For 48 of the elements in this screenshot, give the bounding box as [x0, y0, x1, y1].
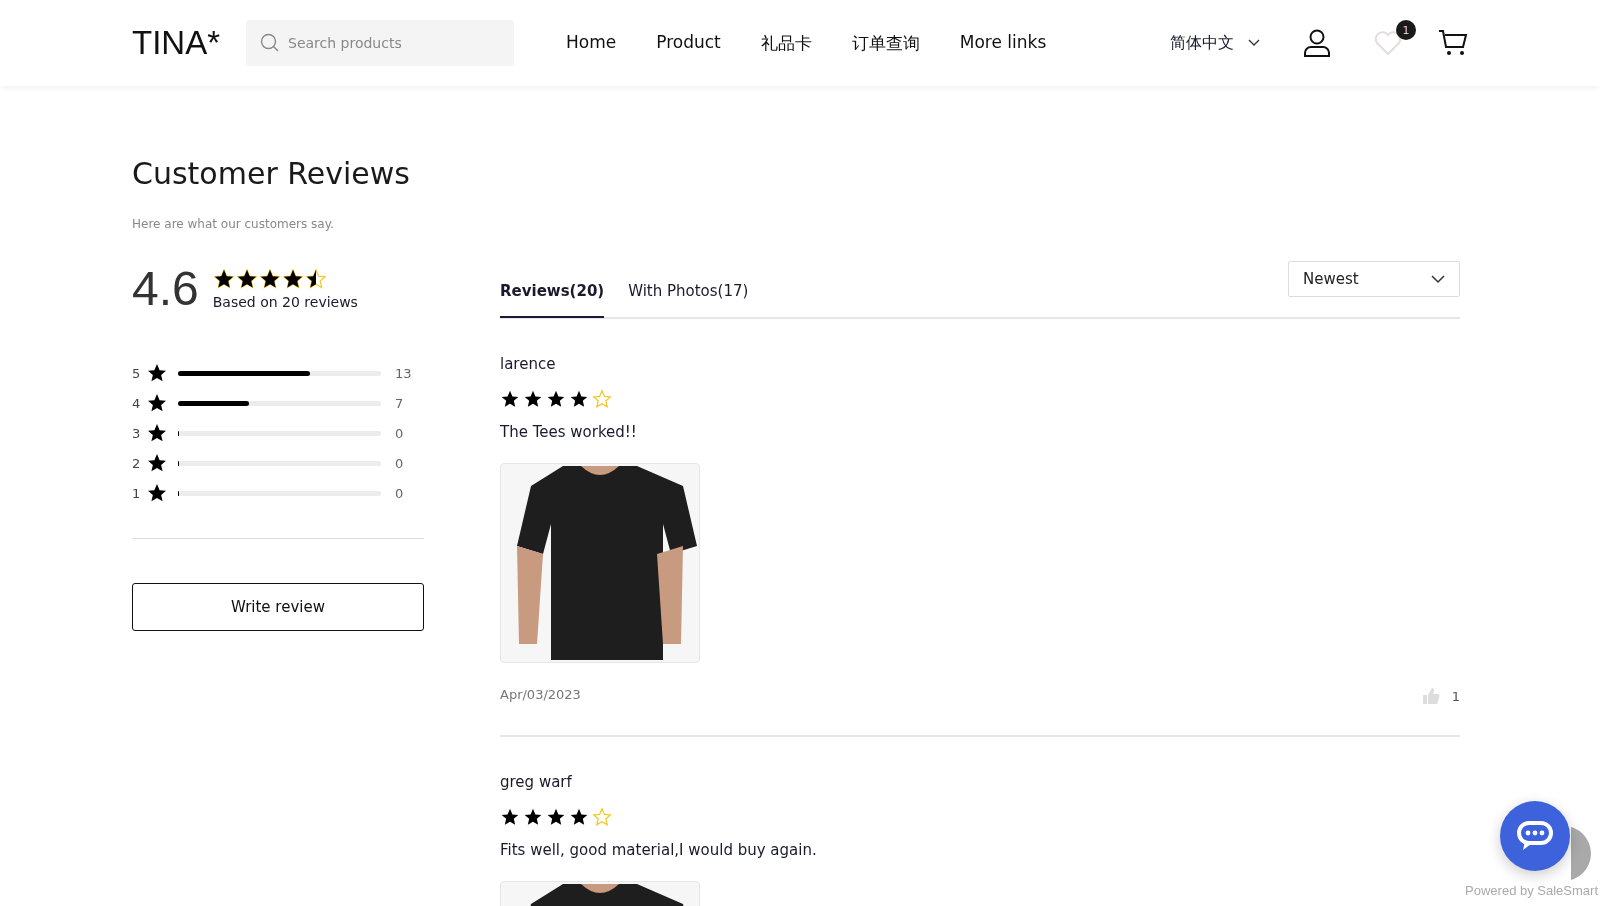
rating-level: 1 [132, 485, 140, 501]
nav-link[interactable]: 订单查询 [851, 31, 920, 55]
star-icon [148, 364, 166, 382]
reviewer-name: larence [500, 355, 556, 373]
like-count: 1 [1451, 688, 1460, 704]
average-score: 4.6 [132, 261, 199, 316]
nav-link[interactable]: 礼品卡 [760, 31, 812, 55]
star-icon [148, 424, 166, 442]
caret-icon [1248, 39, 1260, 47]
heart-icon[interactable] [1374, 30, 1402, 56]
search-field[interactable]: Search products [246, 20, 514, 66]
rating-count: 13 [395, 365, 412, 381]
chevron-down-icon [1431, 274, 1445, 284]
cart-icon[interactable] [1438, 28, 1468, 58]
nav-link[interactable]: Home [566, 31, 617, 55]
review-tab[interactable]: With Photos(17) [628, 265, 749, 317]
review-text: Fits well, good material,I would buy again. [500, 841, 817, 859]
rating-level: 2 [132, 455, 140, 471]
chat-button[interactable] [1500, 801, 1570, 871]
rating-count: 0 [395, 425, 404, 441]
star-icon [148, 394, 166, 412]
write-review-button[interactable]: Write review [132, 583, 424, 631]
review-tab[interactable]: Reviews(20) [500, 266, 605, 318]
language-selector[interactable]: 简体中文 [1170, 32, 1260, 54]
review-count-text: Based on 20 reviews [212, 293, 358, 310]
star-icon [148, 454, 166, 472]
rating-level: 4 [132, 395, 140, 411]
section-subtitle: Here are what our customers say. [132, 217, 335, 231]
thumbs-up-icon[interactable] [1421, 687, 1440, 705]
chat-bubble-icon [1515, 819, 1555, 853]
rating-count: 0 [395, 485, 404, 501]
nav-link[interactable]: Product [656, 31, 721, 55]
sort-dropdown[interactable]: Newest [1288, 261, 1460, 297]
logo[interactable]: TINA* [132, 24, 220, 62]
wishlist-count-badge: 1 [1396, 20, 1416, 40]
tshirt-photo-drawing[interactable] [500, 463, 700, 663]
review-text: The Tees worked!! [500, 423, 637, 441]
nav-link[interactable]: More links [959, 31, 1047, 55]
rating-count: 0 [395, 455, 404, 471]
rating-level: 3 [132, 425, 140, 441]
rating-level: 5 [132, 365, 140, 381]
rating-count: 7 [395, 395, 404, 411]
reviewer-name: greg warf [500, 773, 572, 791]
star-icon [148, 484, 166, 502]
powered-by-text: Powered by SaleSmart [1465, 883, 1598, 898]
section-title: Customer Reviews [132, 156, 411, 191]
user-icon[interactable] [1302, 28, 1332, 58]
review-date: Apr/03/2023 [500, 687, 581, 704]
